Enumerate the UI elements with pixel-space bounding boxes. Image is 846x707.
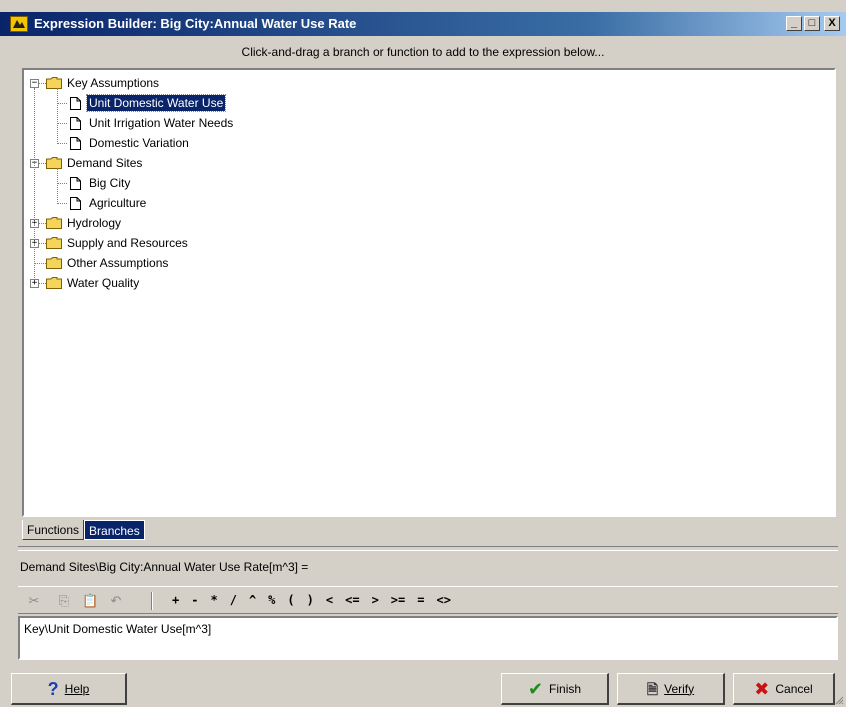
tree-leaf-node[interactable]: Unit Irrigation Water Needs bbox=[24, 114, 834, 132]
operator-button[interactable]: ( bbox=[281, 593, 300, 607]
window-controls: _ □ X bbox=[786, 16, 840, 31]
app-icon bbox=[10, 16, 28, 32]
tree-connector bbox=[57, 168, 58, 204]
tree-node-label: Supply and Resources bbox=[67, 236, 188, 250]
operator-buttons: + - * / ^%() < <= > >= = <> bbox=[166, 593, 457, 607]
folder-icon bbox=[46, 257, 62, 269]
tree-node-label: Big City bbox=[89, 176, 131, 190]
window-title: Expression Builder: Big City:Annual Wate… bbox=[34, 16, 357, 31]
expression-builder-window: Expression Builder: Big City:Annual Wate… bbox=[0, 0, 846, 707]
finish-label: Finish bbox=[549, 681, 582, 696]
tree-connector bbox=[57, 183, 67, 184]
checkmark-icon: ✔ bbox=[527, 678, 544, 699]
tree-connector bbox=[34, 263, 46, 264]
tab-branches[interactable]: Branches bbox=[84, 520, 145, 540]
splitter[interactable] bbox=[18, 546, 838, 551]
document-icon bbox=[70, 197, 81, 210]
operator-button[interactable]: < bbox=[320, 593, 339, 607]
tree-folder-node[interactable]: + Hydrology bbox=[24, 214, 834, 232]
minimize-button[interactable]: _ bbox=[786, 16, 802, 31]
tab-functions[interactable]: Functions bbox=[22, 520, 85, 540]
paste-icon[interactable]: 📋 bbox=[82, 593, 98, 609]
tree-folder-node[interactable]: − Key Assumptions bbox=[24, 74, 834, 92]
tree-connector bbox=[57, 103, 67, 104]
tree-connector bbox=[39, 163, 46, 164]
expression-target-label: Demand Sites\Big City:Annual Water Use R… bbox=[20, 560, 309, 574]
tree-connector bbox=[57, 88, 58, 144]
tree-node-label: Unit Irrigation Water Needs bbox=[89, 116, 234, 130]
operator-button[interactable]: / bbox=[224, 593, 243, 607]
tree-connector bbox=[57, 123, 67, 124]
operator-button[interactable]: = bbox=[411, 593, 430, 607]
close-x-icon: ✖ bbox=[754, 678, 770, 699]
operator-button[interactable]: ^ bbox=[243, 593, 262, 607]
tab-strip: Functions Branches bbox=[22, 520, 145, 542]
tree-folder-node[interactable]: − Demand Sites bbox=[24, 154, 834, 172]
operator-button[interactable]: % bbox=[262, 593, 281, 607]
help-icon: ? bbox=[47, 678, 59, 699]
cancel-label: Cancel bbox=[775, 681, 813, 696]
tree-connector bbox=[39, 283, 46, 284]
document-icon bbox=[70, 177, 81, 190]
resize-grip-icon[interactable] bbox=[834, 695, 844, 705]
instruction-text: Click-and-drag a branch or function to a… bbox=[241, 45, 605, 59]
tree-connector bbox=[34, 88, 35, 280]
tree-node-label: Hydrology bbox=[67, 216, 122, 230]
undo-icon[interactable]: ↶ bbox=[108, 593, 124, 609]
expand-icon[interactable]: + bbox=[30, 279, 39, 288]
tree-connector bbox=[39, 83, 46, 84]
operator-button[interactable]: <> bbox=[430, 593, 456, 607]
tree-connector bbox=[39, 223, 46, 224]
cut-icon[interactable]: ✂ bbox=[26, 593, 42, 609]
operator-button[interactable]: > bbox=[366, 593, 385, 607]
tree-leaf-node[interactable]: Agriculture bbox=[24, 194, 834, 212]
tree-node-label: Other Assumptions bbox=[67, 256, 169, 270]
tree-leaf-node[interactable]: Domestic Variation bbox=[24, 134, 834, 152]
toolbar-separator bbox=[151, 592, 153, 610]
folder-icon bbox=[46, 77, 62, 89]
tree-leaf-node[interactable]: Unit Domestic Water Use bbox=[24, 94, 834, 112]
expression-input[interactable]: Key\Unit Domestic Water Use[m^3] bbox=[18, 616, 838, 660]
tree-node-label: Domestic Variation bbox=[89, 136, 189, 150]
operator-button[interactable]: + bbox=[166, 593, 185, 607]
tree-node-label: Demand Sites bbox=[67, 156, 143, 170]
tree-connector bbox=[57, 143, 67, 144]
copy-icon[interactable]: ⎘ bbox=[56, 593, 72, 609]
tree-node-label: Unit Domestic Water Use bbox=[85, 94, 227, 112]
collapse-icon[interactable]: − bbox=[30, 79, 39, 88]
tree-folder-node[interactable]: + Water Quality bbox=[24, 274, 834, 292]
operator-button[interactable]: - bbox=[185, 593, 204, 607]
help-button[interactable]: ? Help bbox=[11, 673, 127, 705]
document-icon bbox=[70, 117, 81, 130]
operator-button[interactable]: <= bbox=[339, 593, 365, 607]
tree-leaf-node[interactable]: Big City bbox=[24, 174, 834, 192]
folder-icon bbox=[46, 217, 62, 229]
cancel-button[interactable]: ✖ Cancel bbox=[733, 673, 835, 705]
verify-button[interactable]: 🗎 Verify bbox=[617, 673, 725, 705]
operator-button[interactable]: >= bbox=[385, 593, 411, 607]
verify-label: Verify bbox=[664, 681, 695, 696]
title-bar[interactable]: Expression Builder: Big City:Annual Wate… bbox=[0, 12, 846, 36]
document-icon bbox=[70, 137, 81, 150]
finish-button[interactable]: ✔ Finish bbox=[501, 673, 609, 705]
close-button[interactable]: X bbox=[824, 16, 840, 31]
folder-icon bbox=[46, 157, 62, 169]
branch-tree[interactable]: − Key Assumptions Unit Domestic Water Use U… bbox=[22, 68, 836, 517]
folder-icon bbox=[46, 237, 62, 249]
tree-node-label: Key Assumptions bbox=[67, 76, 160, 90]
tree-connector bbox=[39, 243, 46, 244]
tree-connector bbox=[57, 203, 67, 204]
help-label: Help bbox=[64, 681, 90, 696]
operator-toolbar: ✂ ⎘ 📋 ↶ + - * / ^%() < <= > >= = <> bbox=[18, 586, 838, 614]
operator-button[interactable]: ) bbox=[301, 593, 320, 607]
tree-folder-node[interactable]: Other Assumptions bbox=[24, 254, 834, 272]
verify-icon: 🗎 bbox=[646, 680, 659, 697]
maximize-button[interactable]: □ bbox=[804, 16, 820, 31]
folder-icon bbox=[46, 277, 62, 289]
document-icon bbox=[70, 97, 81, 110]
tree-node-label: Agriculture bbox=[89, 196, 147, 210]
tree-folder-node[interactable]: + Supply and Resources bbox=[24, 234, 834, 252]
operator-button[interactable]: * bbox=[204, 593, 223, 607]
tree-node-label: Water Quality bbox=[67, 276, 140, 290]
